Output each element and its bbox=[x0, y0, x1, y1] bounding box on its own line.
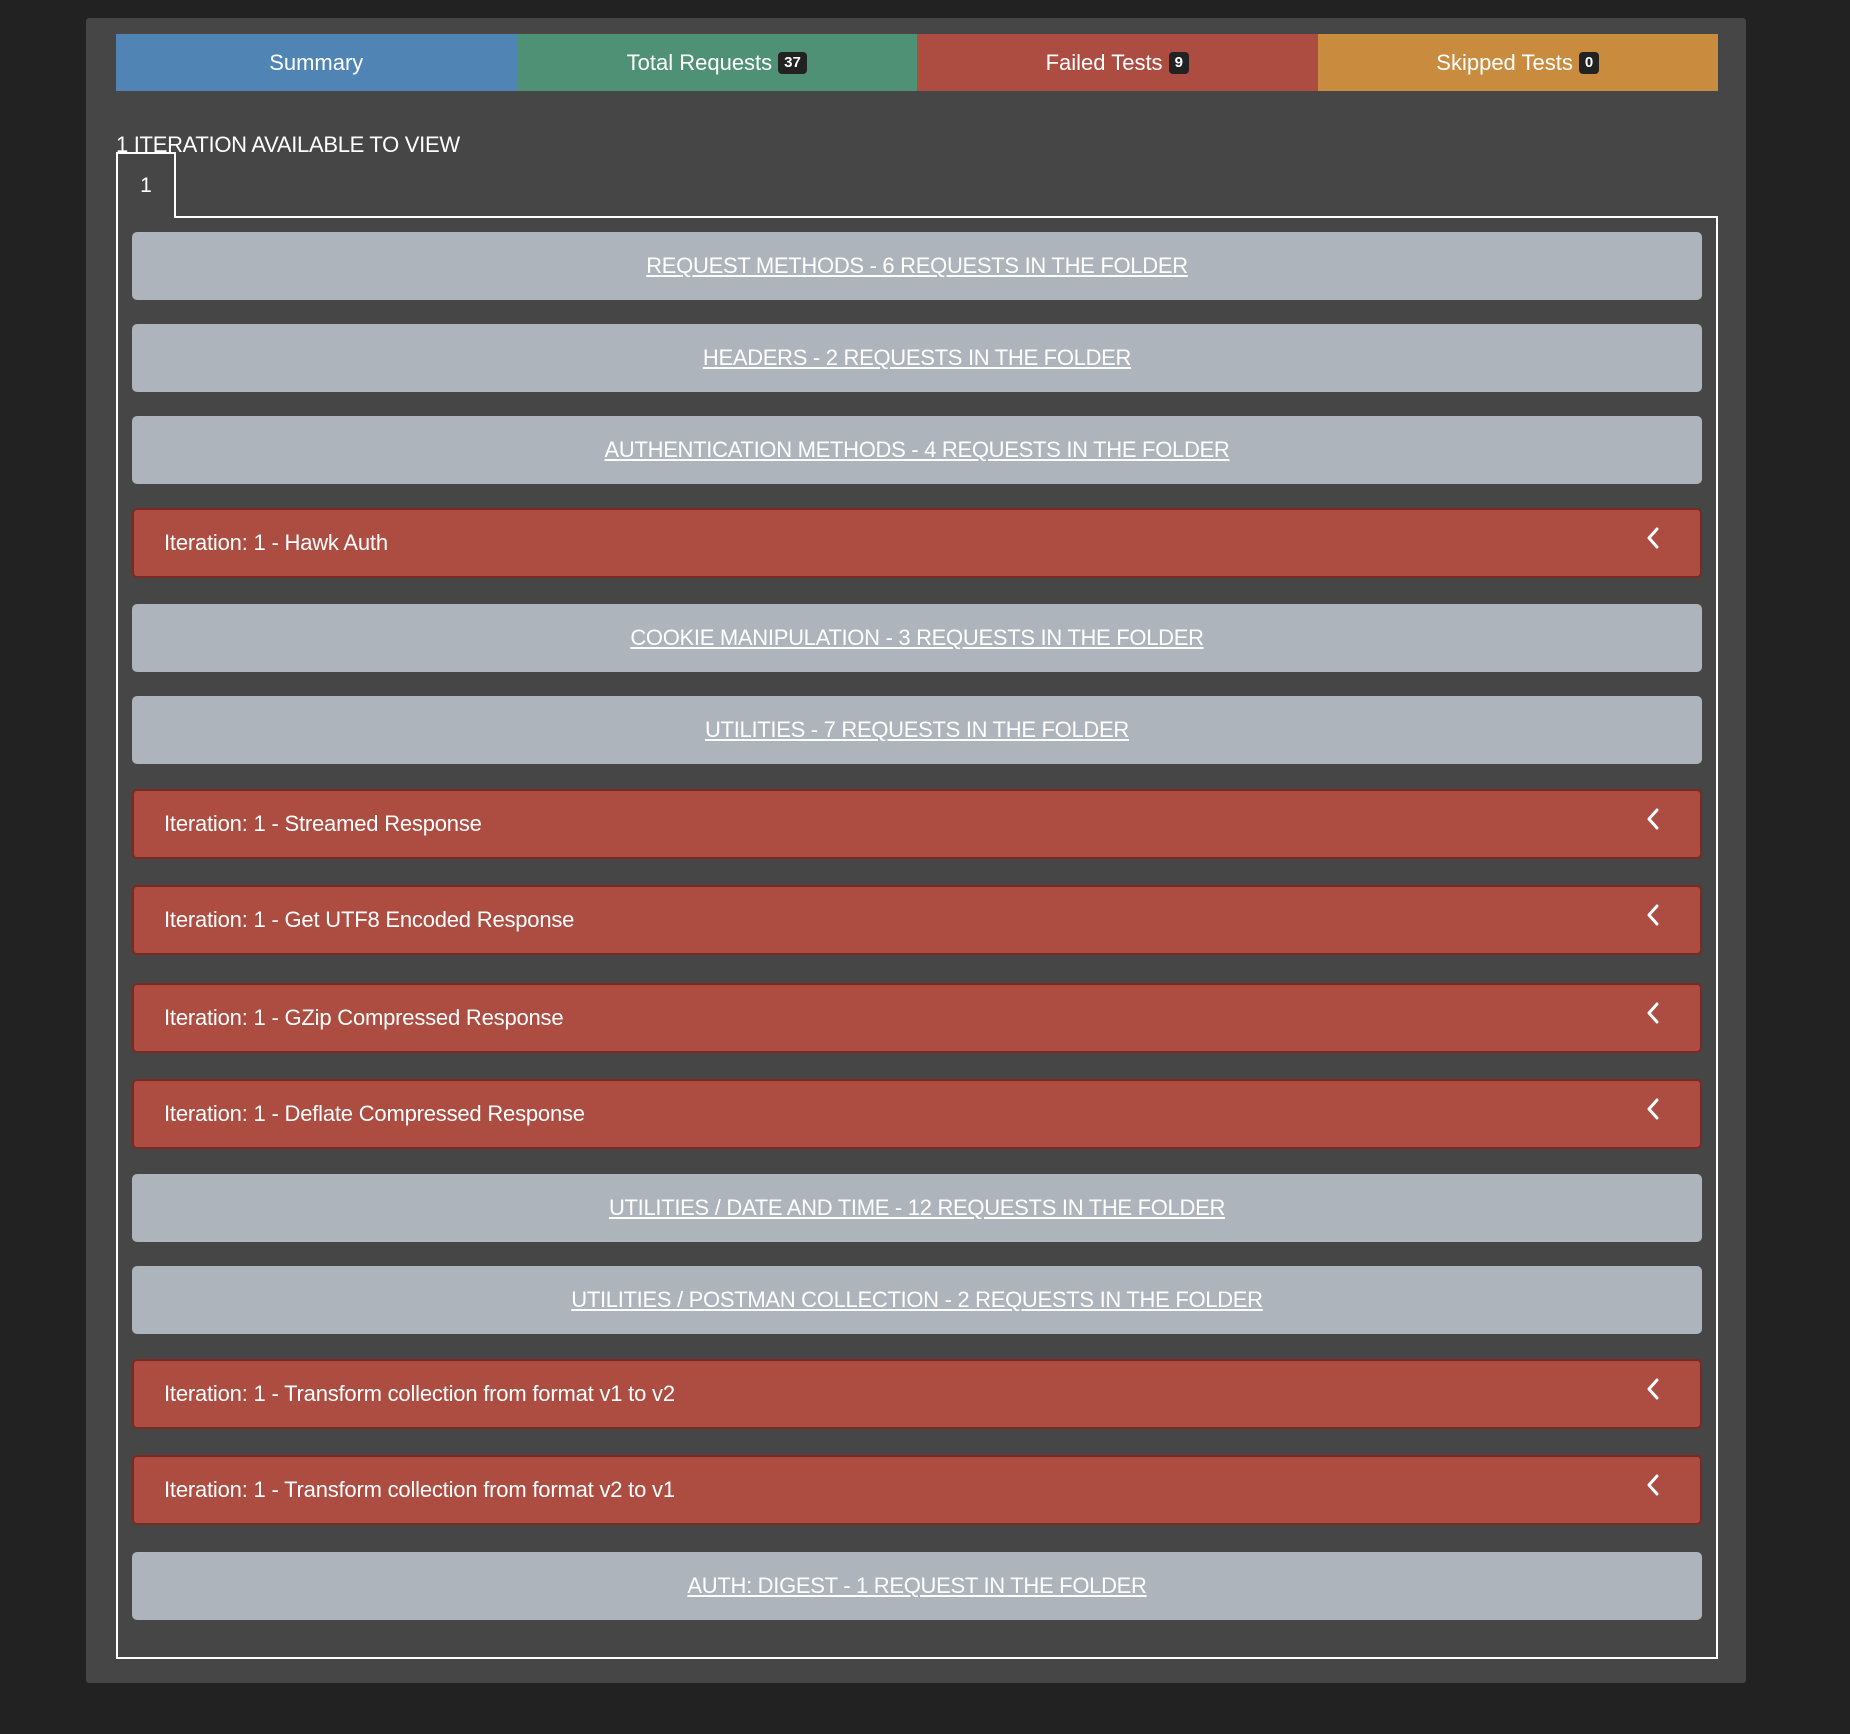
tab-summary-label: Summary bbox=[269, 49, 364, 75]
request-label: Iteration: 1 - Transform collection from… bbox=[164, 1477, 675, 1502]
folder-header-label: HEADERS - 2 REQUESTS IN THE FOLDER bbox=[702, 345, 1132, 370]
chevron-left-icon[interactable] bbox=[1636, 1468, 1670, 1502]
folder-header[interactable]: UTILITIES / DATE AND TIME - 12 REQUESTS … bbox=[132, 1174, 1702, 1242]
chevron-left-icon[interactable] bbox=[1636, 898, 1670, 932]
folder-header-label: UTILITIES - 7 REQUESTS IN THE FOLDER bbox=[705, 717, 1129, 742]
tab-total-requests[interactable]: Total Requests 37 bbox=[516, 34, 917, 91]
chevron-left-icon[interactable] bbox=[1636, 521, 1670, 555]
failed-request-row[interactable]: Iteration: 1 - Hawk Auth bbox=[132, 508, 1702, 578]
request-label: Iteration: 1 - Transform collection from… bbox=[164, 1381, 675, 1406]
skipped-tests-badge: 0 bbox=[1578, 51, 1600, 74]
tab-failed-tests[interactable]: Failed Tests 9 bbox=[917, 34, 1318, 91]
chevron-left-icon[interactable] bbox=[1636, 996, 1670, 1030]
tab-skipped-tests[interactable]: Skipped Tests 0 bbox=[1317, 34, 1718, 91]
folder-header[interactable]: HEADERS - 2 REQUESTS IN THE FOLDER bbox=[132, 324, 1702, 392]
summary-tab-bar: Summary Total Requests 37 Failed Tests 9… bbox=[116, 34, 1718, 91]
folder-header-label: UTILITIES / POSTMAN COLLECTION - 2 REQUE… bbox=[571, 1287, 1263, 1312]
tab-total-requests-label: Total Requests bbox=[626, 49, 773, 75]
folder-header[interactable]: UTILITIES - 7 REQUESTS IN THE FOLDER bbox=[132, 696, 1702, 764]
iteration-content: REQUEST METHODS - 6 REQUESTS IN THE FOLD… bbox=[116, 216, 1718, 1659]
folder-header-label: UTILITIES / DATE AND TIME - 12 REQUESTS … bbox=[608, 1195, 1226, 1220]
folder-header[interactable]: AUTHENTICATION METHODS - 4 REQUESTS IN T… bbox=[132, 416, 1702, 484]
folder-header-label: AUTH: DIGEST - 1 REQUEST IN THE FOLDER bbox=[687, 1573, 1147, 1598]
folder-header[interactable]: COOKIE MANIPULATION - 3 REQUESTS IN THE … bbox=[132, 604, 1702, 672]
request-label: Iteration: 1 - Get UTF8 Encoded Response bbox=[164, 907, 575, 932]
failed-request-row[interactable]: Iteration: 1 - GZip Compressed Response bbox=[132, 983, 1702, 1053]
failed-request-row[interactable]: Iteration: 1 - Transform collection from… bbox=[132, 1455, 1702, 1525]
report-panel: Summary Total Requests 37 Failed Tests 9… bbox=[86, 18, 1746, 1683]
request-label: Iteration: 1 - Hawk Auth bbox=[164, 530, 388, 555]
chevron-left-icon[interactable] bbox=[1636, 1092, 1670, 1126]
tab-failed-tests-label: Failed Tests bbox=[1045, 49, 1163, 75]
folder-header[interactable]: AUTH: DIGEST - 1 REQUEST IN THE FOLDER bbox=[132, 1552, 1702, 1620]
iteration-tab-1[interactable]: 1 bbox=[116, 152, 176, 218]
request-label: Iteration: 1 - Streamed Response bbox=[164, 811, 482, 836]
failed-request-row[interactable]: Iteration: 1 - Deflate Compressed Respon… bbox=[132, 1079, 1702, 1149]
folder-header-label: REQUEST METHODS - 6 REQUESTS IN THE FOLD… bbox=[646, 253, 1188, 278]
failed-request-row[interactable]: Iteration: 1 - Get UTF8 Encoded Response bbox=[132, 885, 1702, 955]
folder-header[interactable]: UTILITIES / POSTMAN COLLECTION - 2 REQUE… bbox=[132, 1266, 1702, 1334]
chevron-left-icon[interactable] bbox=[1636, 1372, 1670, 1406]
tab-summary[interactable]: Summary bbox=[116, 34, 517, 91]
folder-header-label: AUTHENTICATION METHODS - 4 REQUESTS IN T… bbox=[604, 437, 1230, 462]
request-label: Iteration: 1 - Deflate Compressed Respon… bbox=[164, 1101, 585, 1126]
failed-request-row[interactable]: Iteration: 1 - Transform collection from… bbox=[132, 1359, 1702, 1429]
chevron-left-icon[interactable] bbox=[1636, 802, 1670, 836]
tab-skipped-tests-label: Skipped Tests bbox=[1436, 49, 1573, 75]
folder-header[interactable]: REQUEST METHODS - 6 REQUESTS IN THE FOLD… bbox=[132, 232, 1702, 300]
folder-header-label: COOKIE MANIPULATION - 3 REQUESTS IN THE … bbox=[630, 625, 1204, 650]
failed-request-row[interactable]: Iteration: 1 - Streamed Response bbox=[132, 789, 1702, 859]
total-requests-badge: 37 bbox=[778, 51, 807, 74]
request-label: Iteration: 1 - GZip Compressed Response bbox=[164, 1005, 564, 1030]
failed-tests-badge: 9 bbox=[1168, 51, 1189, 74]
